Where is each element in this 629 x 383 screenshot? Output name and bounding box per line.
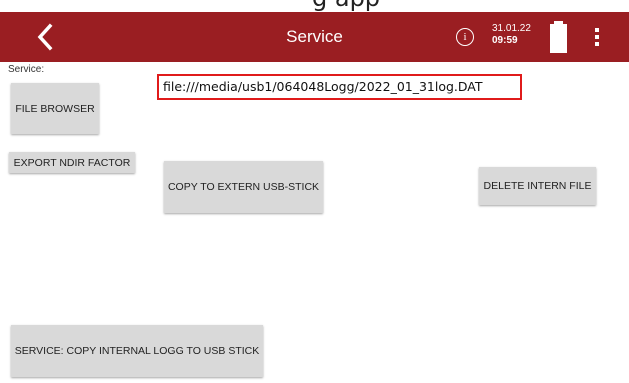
menu-dot: [595, 35, 599, 39]
selected-file-path: file:///media/usb1/064048Logg/2022_01_31…: [157, 74, 522, 100]
app-bar: Service i 31.01.22 09:59: [0, 12, 629, 62]
menu-dot: [595, 42, 599, 46]
copy-internal-logg-button[interactable]: SERVICE: COPY INTERNAL LOGG TO USB STICK: [11, 325, 263, 377]
battery-body: [550, 24, 567, 53]
time-label: 09:59: [492, 35, 518, 46]
more-vert-icon[interactable]: [594, 28, 600, 46]
service-section-label: Service:: [8, 64, 45, 75]
page-title: Service: [286, 27, 343, 46]
date-label: 31.01.22: [492, 23, 531, 34]
copy-to-extern-usb-button[interactable]: COPY TO EXTERN USB-STICK: [164, 161, 323, 213]
export-ndir-factor-button[interactable]: EXPORT NDIR FACTOR: [9, 152, 135, 173]
file-browser-button[interactable]: FILE BROWSER: [11, 83, 99, 134]
battery-icon: [550, 21, 567, 53]
top-clipped-strip: g app: [0, 0, 629, 12]
top-clipped-text: g app: [312, 0, 380, 12]
delete-intern-file-button[interactable]: DELETE INTERN FILE: [479, 167, 596, 205]
menu-dot: [595, 28, 599, 32]
info-icon[interactable]: i: [456, 28, 474, 46]
